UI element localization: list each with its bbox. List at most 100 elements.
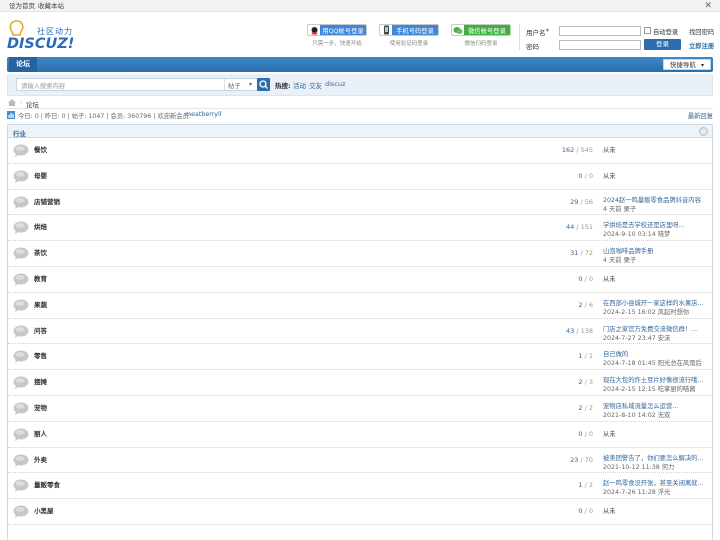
forum-row: 外卖 23 / 70 被美团警告了，你们要怎么解决的... 2021-10-12 11… — [8, 448, 712, 474]
forum-post-count: 70 — [584, 455, 593, 464]
login-button[interactable]: 登录 — [644, 39, 681, 50]
forum-thread-count: 0 — [578, 507, 583, 516]
forum-name[interactable]: 外卖 — [34, 448, 47, 474]
forum-thread-count: 31 — [570, 249, 579, 258]
auto-login-checkbox[interactable] — [644, 27, 651, 34]
forum-bubble-icon — [13, 505, 29, 519]
forum-last-post-never: 从未 — [603, 430, 616, 438]
forum-name[interactable]: 小黑屋 — [34, 499, 54, 525]
hot-search-item[interactable]: 交友 — [309, 80, 322, 90]
password-input[interactable] — [559, 40, 641, 50]
forum-post-count: 6 — [588, 300, 593, 309]
forum-name[interactable]: 摆摊 — [34, 370, 47, 396]
tab-forum[interactable]: 论坛 — [9, 57, 37, 72]
chevron-down-icon: ▾ — [700, 62, 704, 69]
forum-name[interactable]: 餐饮 — [34, 138, 47, 164]
find-password-link[interactable]: 找回密码 — [689, 27, 714, 36]
forum-last-post-meta: 4 天前 栗子 — [603, 257, 637, 265]
forum-thread-count: 0 — [578, 171, 583, 180]
forum-bubble-icon — [13, 196, 29, 209]
forum-thread-count: 23 — [570, 455, 579, 464]
forum-name[interactable]: 果蔬 — [34, 293, 47, 319]
forum-last-post-never: 从未 — [603, 172, 616, 180]
forum-name[interactable]: 零售 — [34, 344, 47, 370]
forum-last-post-title[interactable]: 在西部小县城开一家这样的水果店... — [603, 298, 703, 307]
phone-login-label: 手机号码登录 — [392, 25, 438, 35]
category-title[interactable]: 行业 — [13, 128, 26, 138]
new-member-link[interactable]: meatberryll — [185, 111, 222, 118]
forum-post-count: 0 — [588, 429, 593, 438]
search-input[interactable]: 请输入搜索内容 — [21, 81, 65, 90]
stats-text: 今日: 0 | 昨日: 0 | 帖子: 1047 | 会员: 360796 | … — [18, 113, 192, 120]
home-icon[interactable] — [8, 99, 16, 106]
forum-last-post-meta: 2021-8-10 14:02 无双 — [603, 411, 671, 419]
phone-login-button[interactable]: 手机号码登录 — [379, 24, 439, 36]
divider — [519, 24, 520, 50]
forum-row: 零售 1 / 1 自己做的 2024-7-18 01:45 阳光总在风雨后 — [8, 344, 712, 371]
forum-counts: 2 / 3 — [578, 378, 593, 387]
forum-last-post-title[interactable]: 现在大包的炸土豆片好像很流行哦... — [603, 375, 703, 384]
forum-name[interactable]: 烘焙 — [34, 215, 47, 241]
forum-row: 餐饮 162 / 545 从未 — [8, 138, 712, 164]
forum-last-post-title[interactable]: 自己做的 — [603, 349, 703, 358]
username-dropdown-icon[interactable]: ▾ — [546, 27, 549, 34]
site-logo[interactable]: 社区动力 DISCUZ! — [7, 19, 87, 53]
forum-counts: 31 / 72 — [570, 249, 593, 258]
forum-name[interactable]: 量贩零食 — [34, 473, 60, 499]
wechat-login[interactable]: 微信帐号登录 微信扫码登录 — [451, 24, 511, 47]
forum-post-count: 2 — [588, 481, 593, 490]
forum-last-post-title[interactable]: 山泡咖啡品牌手册 — [603, 246, 703, 255]
forum-bubble-icon — [13, 479, 29, 493]
forum-name[interactable]: 茶饮 — [34, 241, 47, 267]
breadcrumb-separator: › — [20, 98, 23, 106]
forum-last-post-meta: 2021-10-12 11:38 何力 — [603, 463, 675, 471]
forum-post-count: 72 — [584, 249, 593, 258]
forum-name[interactable]: 店铺营销 — [34, 190, 60, 216]
forum-bubble-icon — [13, 428, 29, 441]
latest-replies-link[interactable]: 最新回复 — [688, 111, 713, 120]
collapse-icon[interactable] — [699, 127, 708, 136]
search-type-select[interactable]: 帖子 — [228, 81, 241, 90]
auto-login-label: 自动登录 — [653, 29, 679, 36]
wechat-login-button[interactable]: 微信帐号登录 — [451, 24, 511, 36]
forum-thread-count: 1 — [578, 352, 583, 361]
forum-last-post-title[interactable]: 被美团警告了，你们要怎么解决的... — [603, 453, 703, 462]
forum-name[interactable]: 问答 — [34, 319, 47, 345]
quick-nav-button[interactable]: 快捷导航 ▾ — [662, 59, 711, 70]
forum-last-post-never: 从未 — [603, 147, 616, 154]
hot-search-item[interactable]: discuz — [325, 80, 345, 88]
forum-name[interactable]: 宠物 — [34, 396, 47, 422]
qq-login[interactable]: 用QQ帐号登录 只需一步，快速开始 — [307, 24, 367, 47]
forum-post-count: 0 — [588, 274, 593, 283]
forum-last-post-title[interactable]: 2024赵一鸣量贩零食品牌抖音内容... — [603, 195, 703, 204]
bookmark-link[interactable]: 收藏本站 — [38, 0, 64, 12]
forum-last-post-never: 从未 — [603, 275, 616, 283]
forum-category-panel: 行业 餐饮 162 / 545 从未 母婴 0 / 0 从未 店铺营销 29 / 56 2024… — [7, 124, 713, 540]
breadcrumb-current[interactable]: 论坛 — [26, 99, 39, 109]
forum-thread-count: 29 — [570, 197, 579, 206]
set-home-link[interactable]: 设为首页 — [9, 0, 35, 12]
phone-login[interactable]: 手机号码登录 使用验证码登录 — [379, 24, 439, 47]
search-button[interactable] — [257, 78, 270, 91]
forum-row: 果蔬 2 / 6 在西部小县城开一家这样的水果店... 2024-2-15 16:02… — [8, 293, 712, 319]
forum-bubble-icon — [13, 247, 29, 261]
forum-last-post-title[interactable]: 学烘焙是去学校还是店里呀... — [603, 220, 703, 229]
forum-name[interactable]: 丽人 — [34, 422, 47, 448]
forum-counts: 2 / 6 — [578, 300, 593, 309]
close-icon[interactable]: ✕ — [704, 0, 712, 12]
forum-counts: 29 / 56 — [570, 197, 593, 206]
forum-list: 餐饮 162 / 545 从未 母婴 0 / 0 从未 店铺营销 29 / 56 2024赵一鸣… — [8, 138, 712, 525]
hot-search-item[interactable]: 活动 — [293, 80, 306, 90]
forum-counts: 0 / 0 — [578, 171, 593, 180]
register-link[interactable]: 立即注册 — [689, 41, 714, 50]
qq-login-button[interactable]: 用QQ帐号登录 — [307, 24, 367, 36]
forum-last-post-meta: 2024-2-15 16:02 风起时想你 — [603, 308, 690, 316]
forum-post-count: 1 — [588, 352, 593, 361]
forum-last-post-title[interactable]: 宠物店私域流量怎么运营... — [603, 401, 703, 410]
forum-counts: 43 / 138 — [565, 326, 593, 335]
forum-name[interactable]: 母婴 — [34, 164, 47, 190]
username-input[interactable] — [559, 26, 641, 36]
forum-name[interactable]: 教育 — [34, 267, 47, 293]
forum-last-post-title[interactable]: 赵一鸣零食没开张，甚至关闭离就... — [603, 478, 703, 487]
forum-last-post-title[interactable]: 门店之家官方免费交流微信群！... — [603, 324, 703, 333]
